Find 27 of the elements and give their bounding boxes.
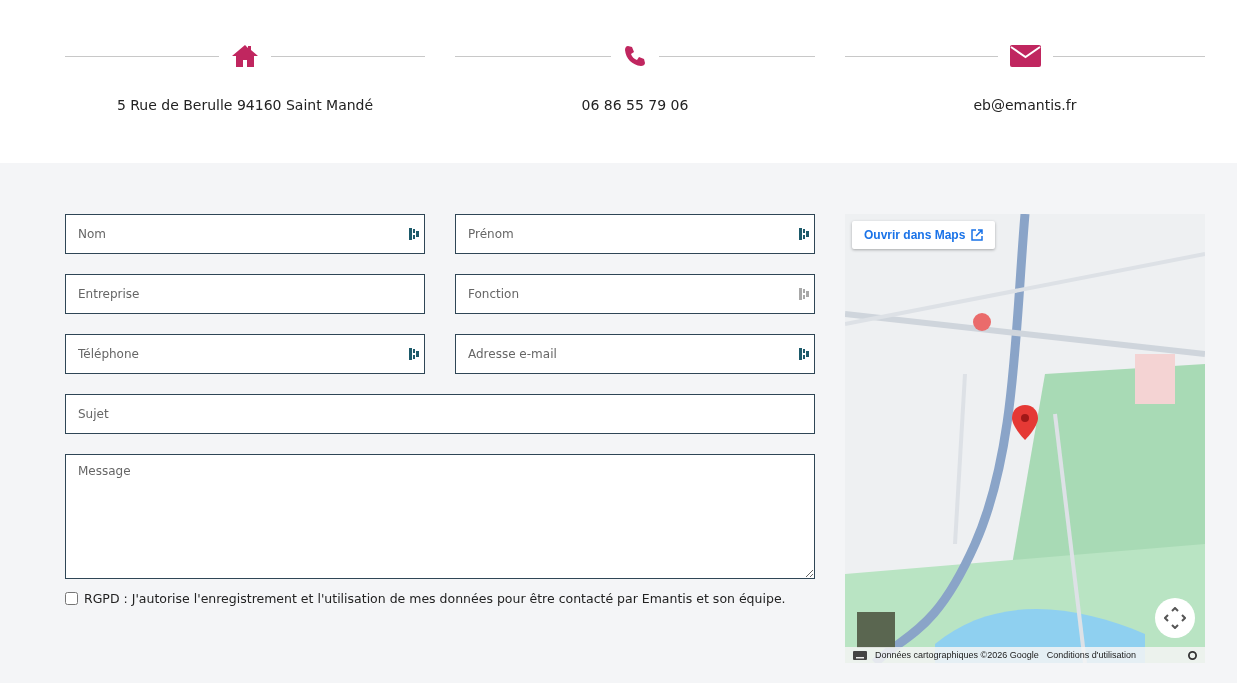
envelope-icon bbox=[1009, 44, 1041, 68]
external-link-icon bbox=[971, 229, 984, 241]
consent-label: RGPD : J'autorise l'enregistrement et l'utilisation de mes données pour être contacté par Emantis et son équipe. bbox=[84, 591, 786, 606]
map-attribution: Données cartographiques ©2026 Google bbox=[875, 650, 1039, 660]
consent-checkbox[interactable] bbox=[65, 592, 78, 605]
phone-icon bbox=[623, 43, 647, 69]
autofill-icon[interactable] bbox=[798, 227, 810, 241]
input-field[interactable]: Sujet bbox=[65, 394, 815, 434]
contact-text: 5 Rue de Berulle 94160 Saint Mandé bbox=[116, 97, 374, 113]
autofill-icon[interactable] bbox=[408, 347, 420, 361]
keyboard-icon[interactable] bbox=[853, 650, 867, 660]
terms-link[interactable]: Conditions d'utilisation bbox=[1046, 650, 1137, 660]
contact-text: eb@emantis.fr bbox=[973, 97, 1077, 113]
input-field[interactable]: Adresse e-mail bbox=[455, 334, 815, 374]
input-field[interactable]: Téléphone bbox=[65, 334, 425, 374]
contact-text: 06 86 55 79 06 bbox=[581, 97, 689, 113]
home-icon bbox=[231, 44, 259, 68]
input-field[interactable]: Entreprise bbox=[65, 274, 425, 314]
input-field[interactable]: Fonction bbox=[455, 274, 815, 314]
autofill-icon[interactable] bbox=[408, 227, 420, 241]
settings-icon[interactable] bbox=[1188, 650, 1197, 660]
arrows-icon bbox=[1164, 607, 1186, 629]
input-field[interactable]: Prénom bbox=[455, 214, 815, 254]
open-in-maps-button[interactable]: Ouvrir dans Maps bbox=[852, 221, 996, 249]
message-field[interactable]: Message bbox=[65, 454, 815, 579]
autofill-icon[interactable] bbox=[798, 347, 810, 361]
input-field[interactable]: Nom bbox=[65, 214, 425, 254]
